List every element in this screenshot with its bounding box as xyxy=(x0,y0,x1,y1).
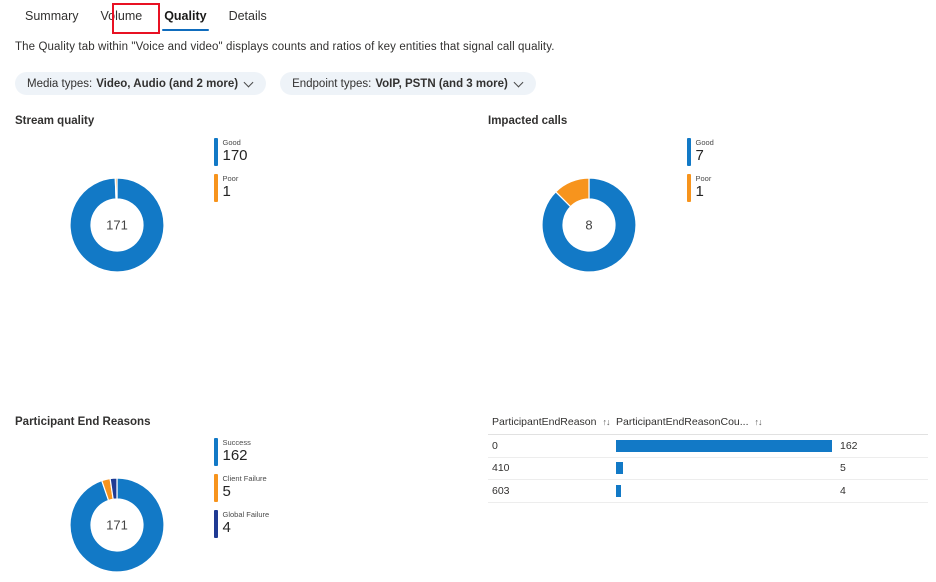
legend-item: Good 170 xyxy=(214,138,248,166)
donut-svg-stream-quality: 171 xyxy=(69,177,165,273)
table-bar-value: 4 xyxy=(840,484,846,497)
filter-media-types[interactable]: Media types: Video, Audio (and 2 more) xyxy=(15,72,267,95)
legend-label-good: Good xyxy=(695,138,714,147)
legend-participant-end-reasons: Success 162 Client Failure 5 Global Fail… xyxy=(214,438,269,546)
filter-bar: Media types: Video, Audio (and 2 more) E… xyxy=(15,72,536,95)
tab-strip: Summary Volume Quality Details xyxy=(0,0,936,34)
page-description: The Quality tab within "Voice and video"… xyxy=(15,41,555,53)
legend-label-good: Good xyxy=(222,138,241,147)
table-cell-count: 5 xyxy=(616,458,896,480)
legend-label-global-failure: Global Failure xyxy=(222,510,270,519)
table-cell-reason: 410 xyxy=(492,462,510,475)
table-row[interactable]: 0 162 xyxy=(488,435,928,458)
table-header-participant-end-reason-label: ParticipantEndReason xyxy=(492,416,597,428)
legend-swatch-poor xyxy=(214,174,218,202)
tab-summary-label: Summary xyxy=(25,9,79,23)
donut-chart-stream-quality: 171 xyxy=(62,170,172,280)
filter-endpoint-types-value: VoIP, PSTN (and 3 more) xyxy=(375,77,508,90)
legend-value-good: 170 xyxy=(222,147,248,164)
chevron-down-icon xyxy=(515,78,524,87)
donut-slice-poor xyxy=(114,177,118,200)
filter-media-types-value: Video, Audio (and 2 more) xyxy=(96,77,239,90)
legend-value-success: 162 xyxy=(222,447,248,464)
legend-swatch-good xyxy=(214,138,218,166)
legend-item: Success 162 xyxy=(214,438,269,466)
table-bar xyxy=(616,484,622,497)
legend-swatch-good xyxy=(687,138,691,166)
legend-stream-quality: Good 170 Poor 1 xyxy=(214,138,248,210)
filter-media-types-name: Media types: xyxy=(27,77,93,90)
table-row[interactable]: 603 4 xyxy=(488,480,928,503)
legend-item: Global Failure 4 xyxy=(214,510,269,538)
section-title-impacted-calls: Impacted calls xyxy=(488,115,568,127)
legend-swatch-global-failure xyxy=(214,510,218,538)
donut-center-value-impacted-calls: 8 xyxy=(585,218,592,233)
legend-value-good: 7 xyxy=(695,147,704,164)
table-header-participant-end-reason-count-label: ParticipantEndReasonCou... xyxy=(616,416,749,428)
tab-quality[interactable]: Quality xyxy=(153,0,217,33)
participant-end-reason-table: ParticipantEndReason ↑↓ ParticipantEndRe… xyxy=(488,410,928,503)
section-title-stream-quality: Stream quality xyxy=(15,115,95,127)
donut-svg-impacted-calls: 8 xyxy=(541,177,637,273)
table-bar-value: 162 xyxy=(840,439,858,452)
legend-swatch-success xyxy=(214,438,218,466)
legend-label-client-failure: Client Failure xyxy=(222,474,267,483)
tab-details-label: Details xyxy=(228,9,267,23)
chevron-down-icon xyxy=(245,78,254,87)
tab-volume-label: Volume xyxy=(100,9,143,23)
legend-label-poor: Poor xyxy=(695,174,712,183)
donut-chart-impacted-calls: 8 xyxy=(534,170,644,280)
table-header-row: ParticipantEndReason ↑↓ ParticipantEndRe… xyxy=(488,410,928,435)
legend-value-poor: 1 xyxy=(222,183,231,200)
donut-center-value-stream-quality: 171 xyxy=(106,218,128,233)
tab-details[interactable]: Details xyxy=(218,0,278,33)
donut-chart-participant-end-reasons: 171 xyxy=(62,470,172,580)
table-bar xyxy=(616,462,623,475)
sort-updown-icon[interactable]: ↑↓ xyxy=(602,417,610,427)
legend-value-poor: 1 xyxy=(695,183,704,200)
legend-swatch-poor xyxy=(687,174,691,202)
table-cell-count: 162 xyxy=(616,435,896,457)
table-body: 0 162 410 5 603 4 xyxy=(488,435,928,503)
tab-quality-label: Quality xyxy=(164,9,207,23)
table-header-participant-end-reason-count[interactable]: ParticipantEndReasonCou... ↑↓ xyxy=(616,416,896,428)
legend-swatch-client-failure xyxy=(214,474,218,502)
legend-item: Poor 1 xyxy=(214,174,248,202)
legend-label-poor: Poor xyxy=(222,174,239,183)
donut-svg-participant-end-reasons: 171 xyxy=(69,477,165,573)
legend-item: Poor 1 xyxy=(687,174,714,202)
table-bar xyxy=(616,439,832,452)
filter-endpoint-types[interactable]: Endpoint types: VoIP, PSTN (and 3 more) xyxy=(280,72,536,95)
tab-summary[interactable]: Summary xyxy=(14,0,89,33)
legend-item: Client Failure 5 xyxy=(214,474,269,502)
legend-label-success: Success xyxy=(222,438,251,447)
table-cell-reason: 0 xyxy=(492,439,498,452)
table-cell-count: 4 xyxy=(616,480,896,502)
sort-updown-icon[interactable]: ↑↓ xyxy=(755,417,763,427)
table-row[interactable]: 410 5 xyxy=(488,458,928,480)
legend-impacted-calls: Good 7 Poor 1 xyxy=(687,138,714,210)
active-tab-indicator xyxy=(162,28,209,31)
filter-endpoint-types-name: Endpoint types: xyxy=(292,77,372,90)
table-header-participant-end-reason[interactable]: ParticipantEndReason ↑↓ xyxy=(488,416,616,428)
table-bar-value: 5 xyxy=(840,462,846,475)
tab-volume[interactable]: Volume xyxy=(89,0,153,33)
donut-center-value-participant-end-reasons: 171 xyxy=(106,518,128,533)
legend-value-global-failure: 4 xyxy=(222,519,231,536)
legend-value-client-failure: 5 xyxy=(222,483,231,500)
legend-item: Good 7 xyxy=(687,138,714,166)
section-title-participant-end-reasons: Participant End Reasons xyxy=(15,416,151,428)
table-cell-reason: 603 xyxy=(492,484,510,497)
